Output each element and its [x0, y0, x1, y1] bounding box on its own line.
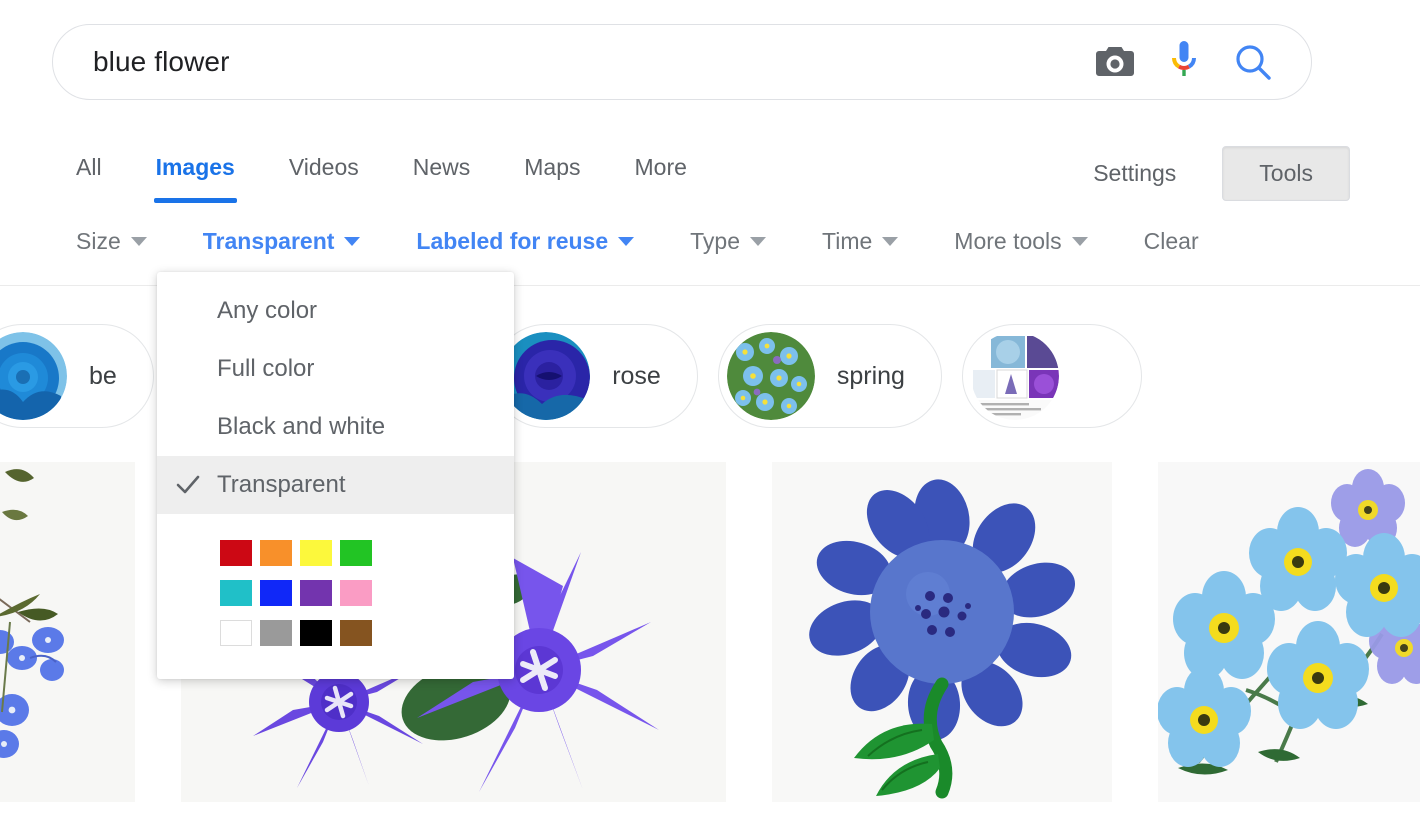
swatch-cell-white [216, 616, 256, 649]
menu-item-transparent[interactable]: Transparent [157, 456, 514, 514]
filter-type[interactable]: Type [690, 228, 767, 255]
search-bar [52, 24, 1312, 100]
filter-time[interactable]: Time [822, 228, 899, 255]
google-images-page: All Images Videos News Maps More Setting… [0, 0, 1420, 816]
chip-thumbnail-flower-collage [970, 332, 1059, 420]
color-swatch-gray[interactable] [260, 619, 292, 646]
swatch-cell-yellow [296, 536, 336, 569]
swatch-cell-black [296, 616, 336, 649]
microphone-icon[interactable] [1169, 40, 1199, 84]
filter-size-label: Size [76, 228, 121, 254]
nav-row: All Images Videos News Maps More Setting… [0, 146, 1420, 210]
chip-3[interactable]: rose [493, 324, 698, 428]
color-swatch-pink[interactable] [340, 579, 372, 606]
menu-item-black-and-white[interactable]: Black and white [157, 398, 514, 456]
chip-thumbnail-forget-me-nots [726, 332, 815, 420]
filter-more-tools[interactable]: More tools [954, 228, 1088, 255]
chevron-down-icon [750, 237, 767, 246]
tab-videos[interactable]: Videos [289, 146, 359, 203]
image-result-blue-wildflowers-sprig[interactable] [0, 462, 135, 802]
menu-item-full-color[interactable]: Full color [157, 340, 514, 398]
tools-button[interactable]: Tools [1222, 146, 1350, 201]
image-result-blue-painted-sunflower[interactable] [772, 462, 1112, 802]
menu-item-transparent-label: Transparent [217, 471, 346, 498]
search-icon[interactable] [1233, 42, 1273, 82]
chip-3-label: rose [612, 361, 661, 390]
tab-more[interactable]: More [635, 146, 687, 203]
swatch-cell-purple [296, 576, 336, 609]
color-swatch-green[interactable] [340, 539, 372, 566]
swatch-cell-blue [256, 576, 296, 609]
menu-item-full-color-label: Full color [217, 355, 315, 382]
chip-4[interactable]: spring [717, 324, 942, 428]
color-swatch-white[interactable] [220, 619, 252, 646]
filter-more-tools-label: More tools [954, 228, 1062, 254]
filter-time-label: Time [822, 228, 873, 254]
color-swatch-grid [157, 514, 514, 679]
chip-thumbnail-dark-blue-rose [502, 332, 591, 420]
chevron-down-icon [882, 237, 899, 246]
filter-color-label: Transparent [202, 228, 335, 254]
camera-icon[interactable] [1095, 45, 1135, 79]
chevron-down-icon [344, 237, 361, 246]
nav-right-group: Settings Tools [1093, 146, 1350, 201]
menu-item-any-color[interactable]: Any color [157, 282, 514, 340]
swatch-cell-orange [256, 536, 296, 569]
chip-0-label: be [89, 361, 117, 390]
color-swatch-teal[interactable] [220, 579, 252, 606]
color-swatch-brown[interactable] [340, 619, 372, 646]
swatch-cell-teal [216, 576, 256, 609]
search-vertical-tabs: All Images Videos News Maps More [76, 146, 741, 203]
color-swatch-black[interactable] [300, 619, 332, 646]
color-filter-dropdown: Any color Full color Black and white Tra… [157, 272, 514, 679]
chevron-down-icon [130, 237, 147, 246]
tab-images[interactable]: Images [153, 146, 238, 203]
filter-usage-rights[interactable]: Labeled for reuse [416, 228, 635, 255]
clear-filters-button[interactable]: Clear [1144, 228, 1199, 255]
filter-size[interactable]: Size [76, 228, 147, 255]
chevron-down-icon [618, 237, 635, 246]
swatch-cell-brown [336, 616, 376, 649]
tab-news[interactable]: News [413, 146, 471, 203]
color-swatch-blue[interactable] [260, 579, 292, 606]
image-result-blue-forget-me-nots[interactable] [1158, 462, 1420, 802]
check-icon [175, 472, 201, 498]
color-swatch-orange[interactable] [260, 539, 292, 566]
search-bar-icons [1095, 40, 1311, 84]
color-swatch-purple[interactable] [300, 579, 332, 606]
chip-thumbnail-blue-rose [0, 332, 67, 420]
filter-type-label: Type [690, 228, 741, 254]
swatch-cell-green [336, 536, 376, 569]
chip-4-label: spring [836, 361, 905, 390]
filter-color[interactable]: Transparent [203, 228, 361, 255]
menu-item-any-color-label: Any color [217, 297, 318, 324]
tab-all[interactable]: All [76, 146, 102, 203]
filter-group: Size Transparent Labeled for reuse Type … [76, 228, 1199, 255]
settings-button[interactable]: Settings [1093, 150, 1176, 197]
tab-maps[interactable]: Maps [524, 146, 580, 203]
color-swatch-yellow[interactable] [300, 539, 332, 566]
chevron-down-icon [1071, 237, 1088, 246]
chip-5[interactable] [961, 324, 1142, 428]
filter-usage-rights-label: Labeled for reuse [416, 228, 609, 254]
swatch-cell-pink [336, 576, 376, 609]
swatch-cell-red [216, 536, 256, 569]
menu-item-black-and-white-label: Black and white [217, 413, 386, 440]
swatch-cell-gray [256, 616, 296, 649]
search-input[interactable] [53, 46, 1095, 78]
chip-0[interactable]: be [0, 324, 154, 428]
color-swatch-red[interactable] [220, 539, 252, 566]
